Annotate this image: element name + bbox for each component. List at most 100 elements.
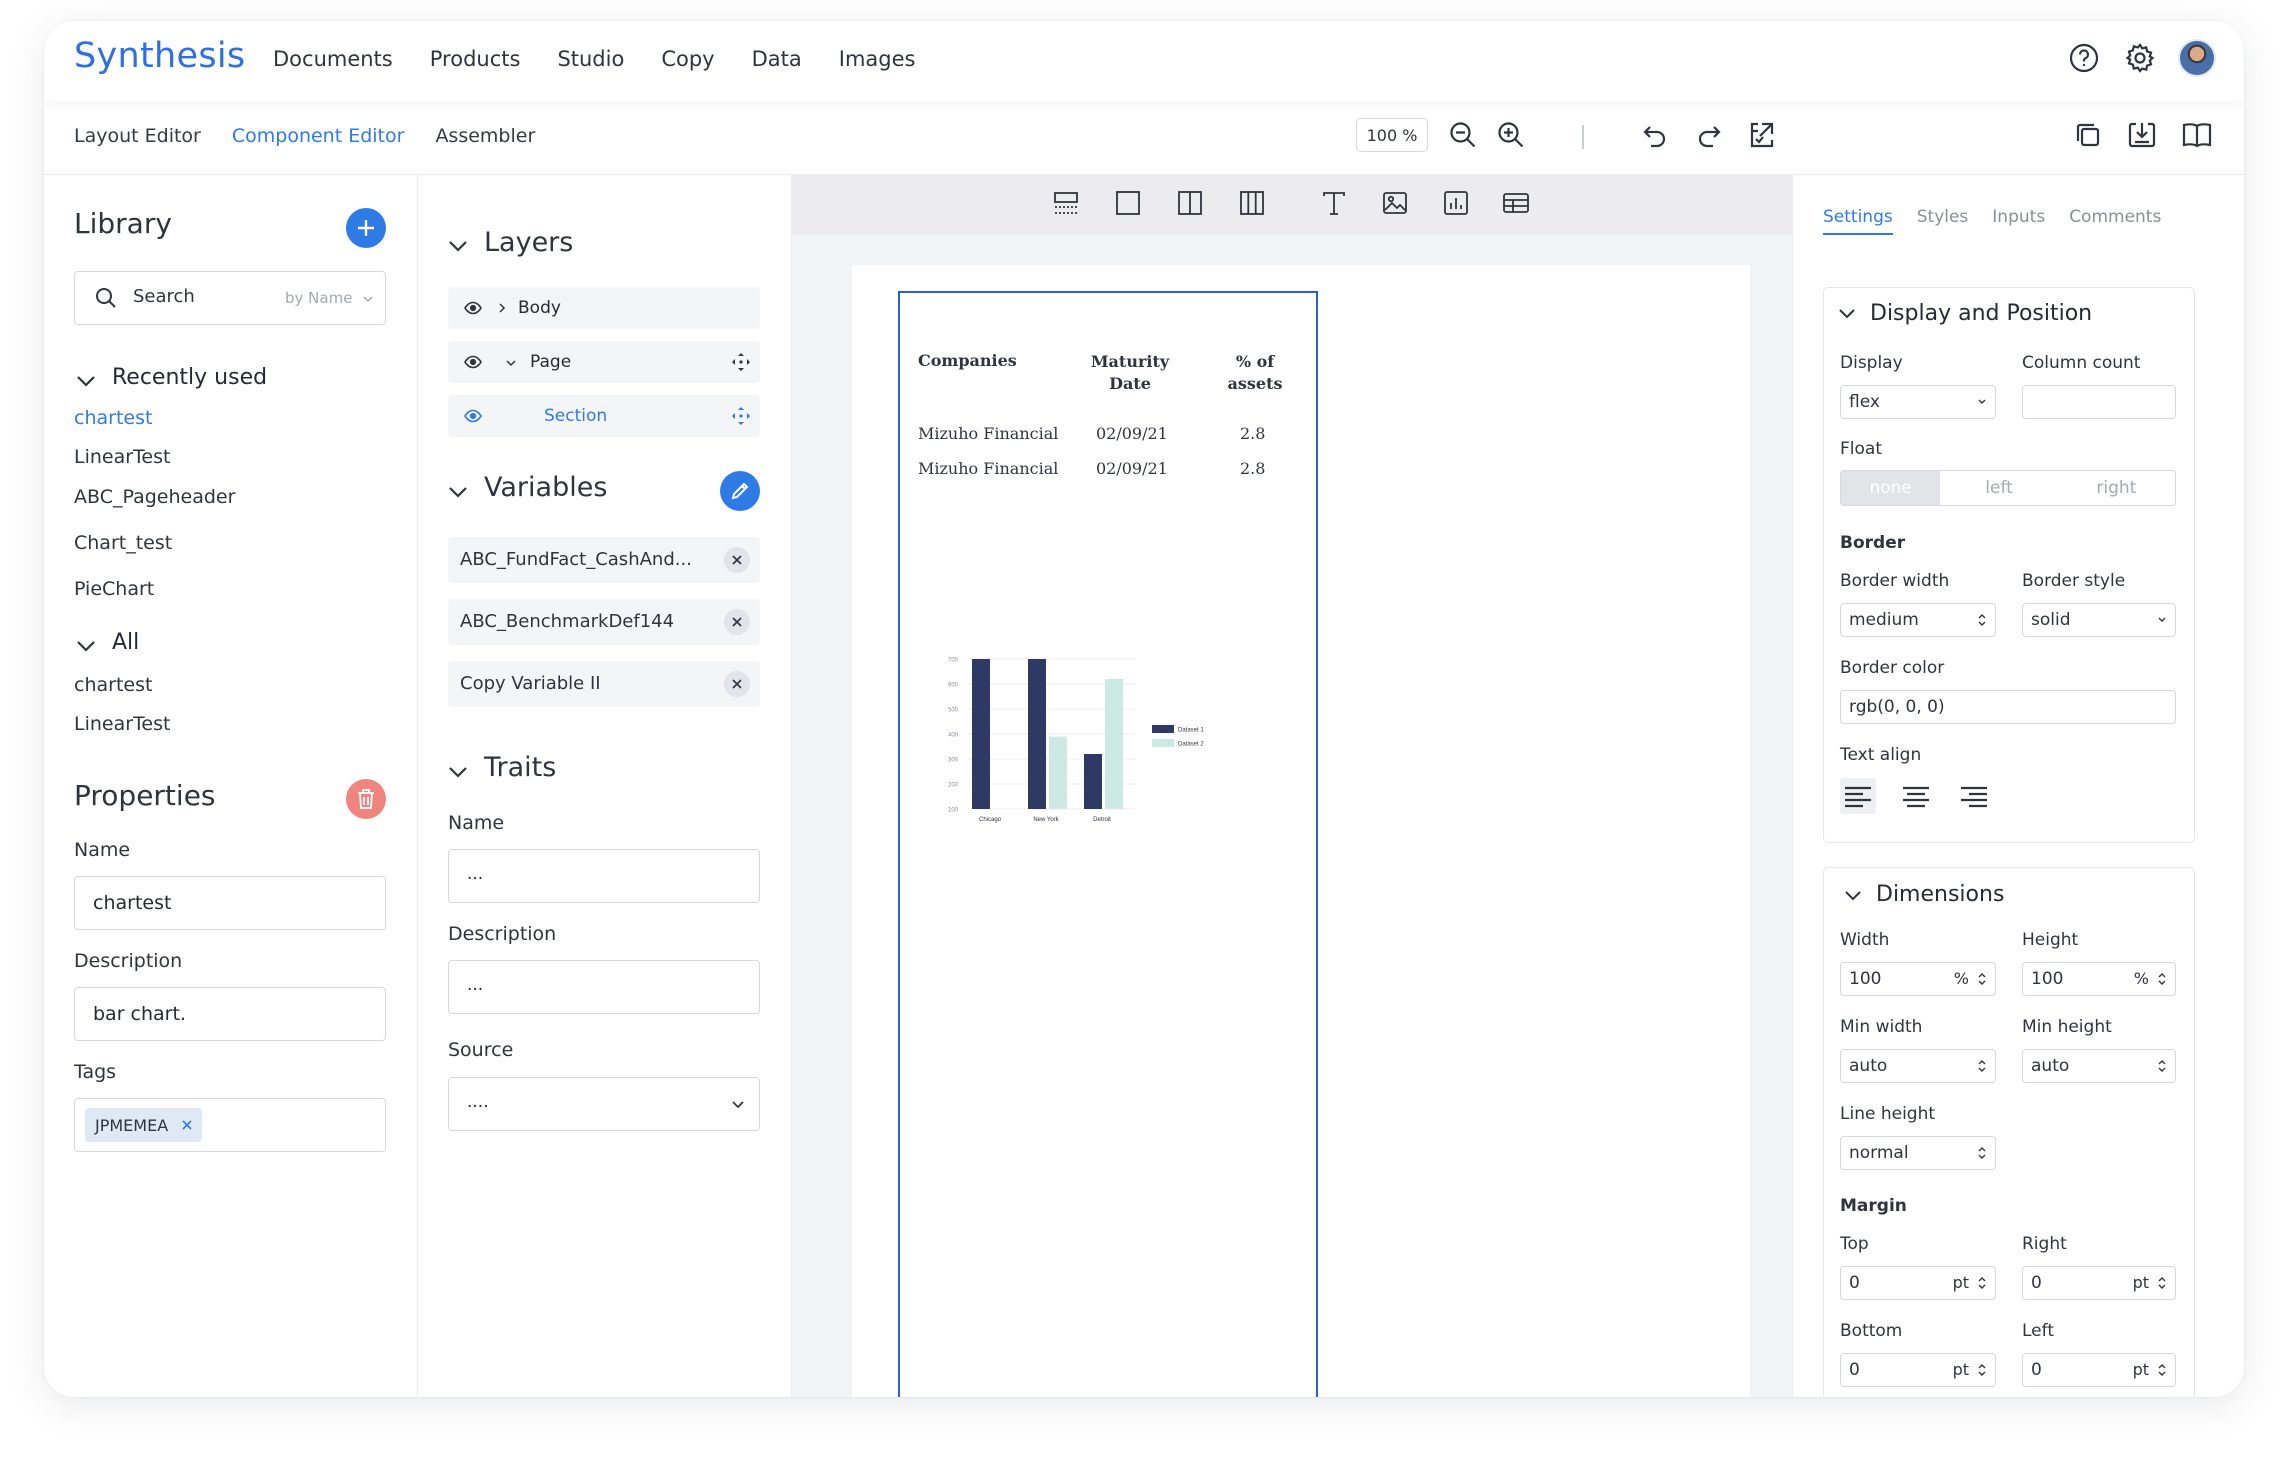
library-item-lineartest[interactable]: LinearTest — [74, 713, 170, 735]
border-width-select[interactable]: medium — [1840, 603, 1996, 637]
design-canvas[interactable]: Companies Maturity Date % of assets Mizu… — [792, 175, 1792, 1397]
section-title[interactable]: Display and Position — [1870, 301, 2092, 326]
chevron-down-icon[interactable] — [448, 485, 468, 499]
move-icon[interactable] — [732, 407, 750, 425]
nav-products[interactable]: Products — [430, 47, 521, 71]
table-tool-icon[interactable] — [1498, 185, 1534, 221]
three-columns-icon[interactable] — [1234, 185, 1270, 221]
app-logo[interactable]: Synthesis — [74, 36, 245, 76]
add-component-button[interactable] — [346, 208, 386, 248]
margin-bottom-input[interactable]: 0 pt — [1840, 1353, 1996, 1387]
save-download-icon[interactable] — [2124, 117, 2160, 153]
float-option-left[interactable]: left — [1940, 471, 2057, 505]
tab-settings[interactable]: Settings — [1823, 207, 1893, 235]
trait-source-select[interactable]: .... — [448, 1077, 760, 1131]
tab-comments[interactable]: Comments — [2069, 207, 2161, 235]
remove-variable-button[interactable] — [724, 671, 750, 697]
remove-tag-icon[interactable] — [182, 1120, 192, 1130]
chevron-down-icon[interactable] — [506, 359, 516, 367]
edit-variables-button[interactable] — [720, 471, 760, 511]
variable-item[interactable]: Copy Variable II — [448, 661, 760, 707]
nav-documents[interactable]: Documents — [273, 47, 393, 71]
library-search-input[interactable]: Search by Name — [74, 271, 386, 325]
width-input[interactable]: 100 % — [1840, 962, 1996, 996]
chevron-down-icon[interactable] — [76, 639, 96, 653]
tab-component-editor[interactable]: Component Editor — [232, 125, 405, 147]
name-field[interactable]: chartest — [74, 876, 386, 930]
duplicate-icon[interactable] — [2070, 117, 2106, 153]
margin-right-unit[interactable]: pt — [2133, 1273, 2149, 1292]
float-option-right[interactable]: right — [2058, 471, 2175, 505]
nav-studio[interactable]: Studio — [557, 47, 624, 71]
layer-row-page[interactable]: Page — [448, 341, 760, 383]
chart-tool-icon[interactable] — [1438, 185, 1474, 221]
width-unit[interactable]: % — [1954, 969, 1969, 988]
remove-variable-button[interactable] — [724, 547, 750, 573]
layer-row-body[interactable]: Body — [448, 287, 760, 329]
stepper-icon[interactable] — [2157, 1363, 2167, 1377]
all-heading[interactable]: All — [112, 630, 139, 655]
search-by-selector[interactable]: by Name — [285, 289, 352, 307]
stepper-icon[interactable] — [1977, 1276, 1987, 1290]
library-item-abc-pageheader[interactable]: ABC_Pageheader — [74, 486, 235, 508]
library-item-piechart[interactable]: PieChart — [74, 578, 154, 600]
layer-row-section[interactable]: Section — [448, 395, 760, 437]
chevron-down-icon[interactable] — [448, 239, 468, 253]
align-right-icon[interactable] — [1956, 778, 1992, 814]
align-left-icon[interactable] — [1840, 778, 1876, 814]
stepper-icon[interactable] — [2157, 972, 2167, 986]
chevron-down-icon[interactable] — [1844, 890, 1862, 902]
bar-chart[interactable]: 700 600 500 400 300 200 100 Chicago New York Detr… — [940, 633, 1270, 883]
border-style-select[interactable]: solid — [2022, 603, 2176, 637]
section-title[interactable]: Dimensions — [1876, 882, 2004, 907]
chevron-down-icon[interactable] — [1838, 308, 1856, 320]
recently-used-heading[interactable]: Recently used — [112, 365, 267, 390]
library-item-chartest[interactable]: chartest — [74, 674, 152, 696]
stepper-icon[interactable] — [1977, 1363, 1987, 1377]
nav-data[interactable]: Data — [752, 47, 802, 71]
user-avatar[interactable] — [2178, 39, 2216, 77]
zoom-in-icon[interactable] — [1493, 117, 1529, 153]
chevron-right-icon[interactable] — [498, 303, 506, 313]
redo-icon[interactable] — [1691, 117, 1727, 153]
two-columns-icon[interactable] — [1172, 185, 1208, 221]
tab-assembler[interactable]: Assembler — [435, 125, 535, 147]
trait-description-field[interactable]: ... — [448, 960, 760, 1014]
height-unit[interactable]: % — [2134, 969, 2149, 988]
help-icon[interactable] — [2066, 40, 2102, 76]
align-center-icon[interactable] — [1898, 778, 1934, 814]
move-icon[interactable] — [732, 353, 750, 371]
tab-styles[interactable]: Styles — [1917, 207, 1969, 235]
margin-bottom-unit[interactable]: pt — [1953, 1360, 1969, 1379]
undo-icon[interactable] — [1637, 117, 1673, 153]
page-preview[interactable]: Companies Maturity Date % of assets Mizu… — [852, 265, 1750, 1397]
variable-item[interactable]: ABC_BenchmarkDef144 — [448, 599, 760, 645]
zoom-out-icon[interactable] — [1445, 117, 1481, 153]
text-tool-icon[interactable] — [1316, 185, 1352, 221]
delete-component-button[interactable] — [346, 779, 386, 819]
tab-inputs[interactable]: Inputs — [1992, 207, 2045, 235]
book-icon[interactable] — [2179, 117, 2215, 153]
eye-icon[interactable] — [464, 409, 482, 423]
tags-field[interactable]: JPMEMEA — [74, 1098, 386, 1152]
single-column-icon[interactable] — [1110, 185, 1146, 221]
zoom-level-input[interactable]: 100 % — [1356, 118, 1428, 152]
nav-copy[interactable]: Copy — [661, 47, 714, 71]
tab-layout-editor[interactable]: Layout Editor — [74, 125, 201, 147]
header-block-icon[interactable] — [1048, 185, 1084, 221]
eye-icon[interactable] — [464, 355, 482, 369]
stepper-icon[interactable] — [2157, 1276, 2167, 1290]
layers-title[interactable]: Layers — [484, 227, 573, 258]
eye-icon[interactable] — [464, 301, 482, 315]
margin-top-input[interactable]: 0 pt — [1840, 1266, 1996, 1300]
variables-title[interactable]: Variables — [484, 472, 607, 503]
display-select[interactable]: flex — [1840, 385, 1996, 419]
min-height-select[interactable]: auto — [2022, 1049, 2176, 1083]
traits-title[interactable]: Traits — [484, 752, 556, 783]
nav-images[interactable]: Images — [839, 47, 916, 71]
chevron-down-icon[interactable] — [76, 374, 96, 388]
column-count-input[interactable] — [2022, 385, 2176, 419]
trait-name-field[interactable]: ... — [448, 849, 760, 903]
variable-item[interactable]: ABC_FundFact_CashAnd... — [448, 537, 760, 583]
description-field[interactable]: bar chart. — [74, 987, 386, 1041]
